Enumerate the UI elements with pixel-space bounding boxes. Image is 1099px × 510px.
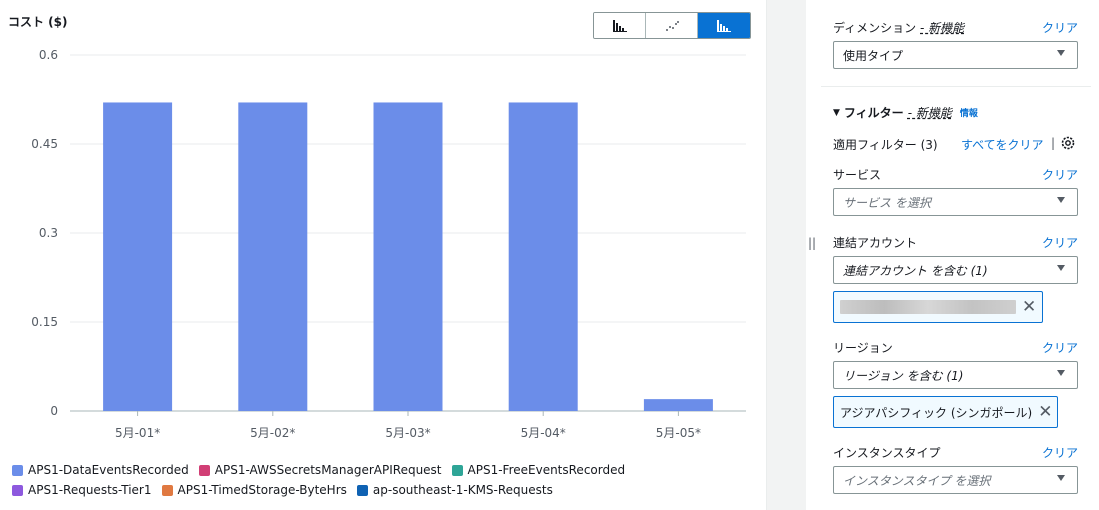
dimension-clear-link[interactable]: クリア (1042, 19, 1078, 36)
legend-item[interactable]: APS1-Requests-Tier1 (12, 483, 152, 497)
region-label: リージョン (833, 341, 893, 355)
y-tick-label: 0.3 (39, 226, 58, 240)
legend-swatch (161, 484, 173, 496)
dimension-label: ディメンション - 新機能 (833, 21, 965, 35)
caret-down-icon (1057, 265, 1065, 271)
legend-label: ap-southeast-1-KMS-Requests (372, 483, 553, 497)
legend-item[interactable]: ap-southeast-1-KMS-Requests (356, 483, 553, 497)
bar[interactable] (373, 102, 443, 411)
bar[interactable] (508, 102, 578, 411)
gear-icon[interactable] (1060, 135, 1076, 151)
y-tick-label: 0.45 (31, 137, 58, 151)
linked-account-label: 連結アカウント (833, 236, 918, 250)
x-tick-label: 5月-03* (385, 426, 430, 440)
x-tick-label: 5月-01* (115, 426, 160, 440)
legend-item[interactable]: APS1-DataEventsRecorded (12, 463, 189, 477)
instance-type-label: インスタンスタイプ (833, 446, 941, 460)
filters-info-link[interactable]: 情報 (960, 106, 978, 119)
service-clear-link[interactable]: クリア (1042, 166, 1078, 183)
legend-label: APS1-AWSSecretsManagerAPIRequest (214, 463, 442, 477)
dimension-new-tag: - 新機能 (920, 21, 965, 35)
legend-label: APS1-TimedStorage-ByteHrs (177, 483, 347, 497)
region-token: アジアパシフィック (シンガポール) ✕ (833, 396, 1059, 428)
applied-filters-count: 適用フィルター (3) (833, 138, 938, 152)
legend-swatch (12, 464, 23, 476)
dimension-select[interactable]: 使用タイプ (833, 41, 1078, 69)
instance-type-select[interactable]: インスタンスタイプ を選択 (833, 466, 1078, 494)
clear-all-separator: | (1051, 136, 1056, 150)
bar[interactable] (643, 399, 713, 411)
cost-chart-area: コスト ($) 0 0.15 0.3 0.45 0.6 5月-01* 5月-02* 5月 (0, 0, 766, 510)
clear-all-filters-link[interactable]: すべてをクリア (961, 136, 1043, 153)
filters-new-tag: - 新機能 (907, 106, 952, 120)
caret-down-icon (1057, 475, 1065, 481)
x-tick-label: 5月-02* (250, 426, 295, 440)
caret-down-icon: ▼ (833, 107, 840, 118)
section-divider (821, 86, 1091, 87)
legend-item[interactable]: APS1-AWSSecretsManagerAPIRequest (198, 463, 442, 477)
caret-down-icon (1057, 370, 1065, 376)
filters-section-header[interactable]: ▼ フィルター - 新機能 情報 (833, 104, 978, 121)
x-tick-label: 5月-05* (656, 426, 701, 440)
legend-label: APS1-Requests-Tier1 (28, 483, 152, 497)
bar-chart: 0 0.15 0.3 0.45 0.6 5月-01* 5月-02* 5月-03* 5月-04* 5… (31, 48, 746, 440)
service-label: サービス (833, 168, 882, 182)
legend-label: APS1-FreeEventsRecorded (467, 463, 626, 477)
legend-swatch (12, 484, 23, 496)
legend-swatch (198, 464, 210, 476)
legend-item[interactable]: APS1-FreeEventsRecorded (451, 463, 626, 477)
close-icon[interactable]: ✕ (1038, 403, 1052, 421)
panel-divider (766, 0, 806, 510)
legend-item[interactable]: APS1-TimedStorage-ByteHrs (161, 483, 347, 497)
legend-swatch (356, 484, 368, 496)
linked-account-clear-link[interactable]: クリア (1042, 234, 1078, 251)
linked-account-select[interactable]: 連結アカウント を含む (1) (833, 256, 1078, 284)
chart-legend: APS1-DataEventsRecorded APS1-AWSSecretsMa… (12, 460, 625, 500)
caret-down-icon (1057, 50, 1065, 56)
linked-account-token: ✕ (833, 291, 1043, 323)
filter-panel: ディメンション - 新機能 クリア 使用タイプ ▼ フィルター - 新機能 情報… (821, 0, 1099, 510)
resize-handle-icon[interactable]: || (808, 236, 816, 250)
y-tick-label: 0.15 (31, 315, 58, 329)
redacted-account-id (840, 300, 1016, 314)
instance-type-clear-link[interactable]: クリア (1042, 444, 1078, 461)
close-icon[interactable]: ✕ (1022, 298, 1036, 316)
region-clear-link[interactable]: クリア (1042, 339, 1078, 356)
caret-down-icon (1057, 197, 1065, 203)
y-tick-label: 0.6 (39, 48, 58, 62)
x-tick-label: 5月-04* (521, 426, 566, 440)
service-select[interactable]: サービス を選択 (833, 188, 1078, 216)
bar[interactable] (238, 102, 308, 411)
bar[interactable] (103, 102, 173, 411)
region-select[interactable]: リージョン を含む (1) (833, 361, 1078, 389)
legend-label: APS1-DataEventsRecorded (28, 463, 189, 477)
legend-swatch (451, 464, 463, 476)
y-tick-label: 0 (50, 404, 58, 418)
